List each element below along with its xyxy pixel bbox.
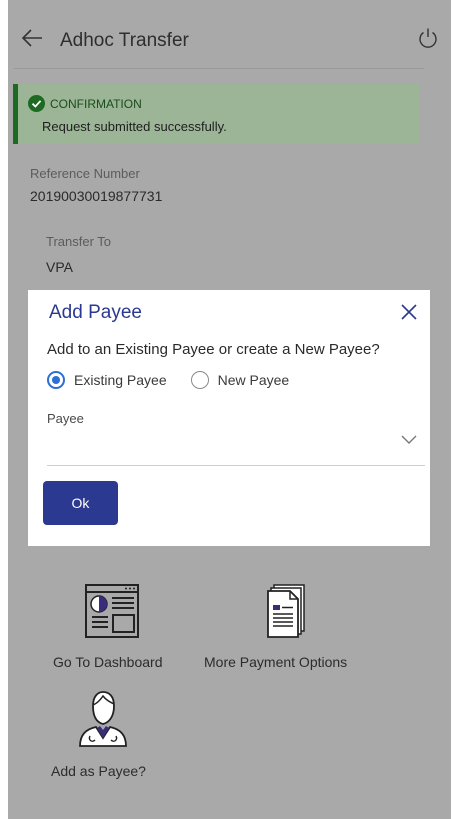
power-icon[interactable]	[417, 27, 439, 49]
header-divider	[14, 68, 424, 69]
modal-question: Add to an Existing Payee or create a New…	[47, 341, 380, 358]
close-icon[interactable]	[400, 303, 418, 321]
add-payee-modal: Add Payee Add to an Existing Payee or cr…	[28, 290, 430, 546]
user-add-icon[interactable]	[78, 690, 128, 748]
more-payment-options-link[interactable]: More Payment Options	[204, 654, 347, 670]
new-payee-label[interactable]: New Payee	[218, 372, 290, 388]
arrow-left-icon[interactable]	[20, 26, 44, 50]
document-stack-icon[interactable]	[266, 583, 308, 639]
page-title: Adhoc Transfer	[60, 30, 189, 51]
ok-button[interactable]: Ok	[43, 481, 118, 525]
payee-label: Payee	[47, 411, 84, 426]
existing-payee-label[interactable]: Existing Payee	[74, 372, 167, 388]
existing-payee-radio[interactable]	[47, 371, 65, 389]
dashboard-icon[interactable]	[84, 583, 140, 639]
reference-number-value: 20190030019877731	[30, 188, 163, 204]
chevron-down-icon[interactable]	[401, 435, 417, 445]
new-payee-radio[interactable]	[190, 371, 209, 389]
check-circle-icon	[28, 95, 45, 112]
transfer-to-value: VPA	[46, 259, 73, 275]
confirmation-banner: CONFIRMATION Request submitted successfu…	[13, 84, 419, 144]
go-to-dashboard-link[interactable]: Go To Dashboard	[53, 654, 162, 670]
payee-type-radio-group: Existing Payee New Payee	[47, 370, 289, 390]
reference-number-label: Reference Number	[30, 166, 140, 181]
banner-title: CONFIRMATION	[50, 97, 142, 111]
transfer-to-label: Transfer To	[46, 234, 112, 249]
payee-select-underline	[47, 465, 425, 466]
add-as-payee-link[interactable]: Add as Payee?	[51, 763, 146, 779]
modal-title: Add Payee	[49, 302, 142, 323]
payee-select[interactable]	[47, 430, 425, 464]
banner-message: Request submitted successfully.	[42, 119, 227, 134]
header: Adhoc Transfer	[8, 0, 451, 69]
